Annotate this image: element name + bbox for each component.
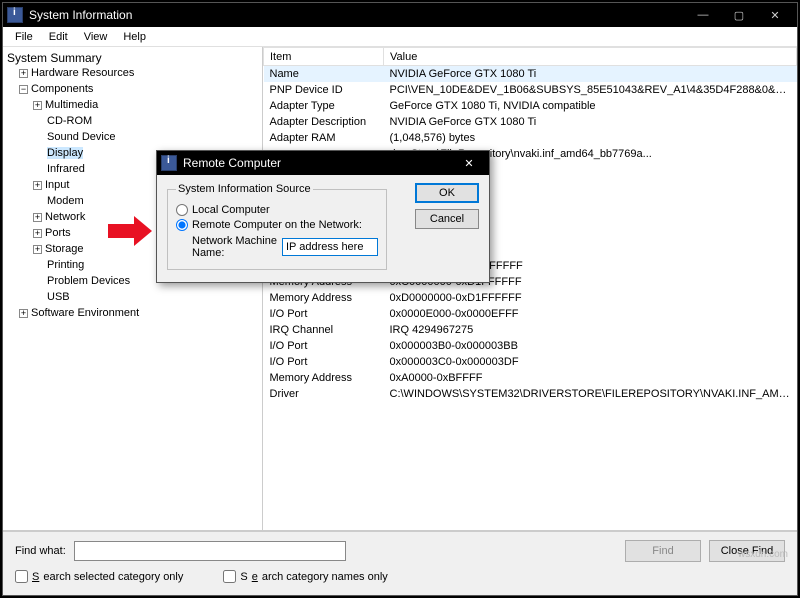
- cb-selected-category[interactable]: Search selected category only: [15, 570, 183, 583]
- cell-value: IRQ 4294967275: [384, 322, 797, 338]
- find-button[interactable]: Find: [625, 540, 701, 562]
- menu-help[interactable]: Help: [115, 29, 154, 45]
- cancel-button[interactable]: Cancel: [415, 209, 479, 229]
- cell-value: NVIDIA GeForce GTX 1080 Ti: [384, 66, 797, 82]
- main-window: System Information — ▢ ✕ File Edit View …: [2, 2, 798, 596]
- table-row[interactable]: PNP Device IDPCI\VEN_10DE&DEV_1B06&SUBSY…: [264, 82, 797, 98]
- menu-view[interactable]: View: [76, 29, 116, 45]
- cell-item: Adapter Description: [264, 114, 384, 130]
- expand-icon[interactable]: +: [33, 181, 42, 190]
- maximize-button[interactable]: ▢: [721, 3, 757, 27]
- ok-button[interactable]: OK: [415, 183, 479, 203]
- checkbox[interactable]: [15, 570, 28, 583]
- find-input[interactable]: [74, 541, 347, 561]
- option-remote[interactable]: Remote Computer on the Network:: [176, 219, 378, 231]
- cell-value: 0xA0000-0xBFFFF: [384, 370, 797, 386]
- watermark: wsxdn.com: [738, 549, 788, 560]
- remote-computer-dialog: Remote Computer ✕ System Information Sou…: [156, 150, 490, 283]
- table-row[interactable]: IRQ ChannelIRQ 4294967275: [264, 322, 797, 338]
- cb-category-names[interactable]: Search category names only: [223, 570, 387, 583]
- cell-item: PNP Device ID: [264, 82, 384, 98]
- cell-item: Driver: [264, 386, 384, 402]
- tree-hardware[interactable]: +Hardware Resources: [19, 65, 260, 81]
- cell-item: Adapter Type: [264, 98, 384, 114]
- table-row[interactable]: I/O Port0x000003B0-0x000003BB: [264, 338, 797, 354]
- radio-remote[interactable]: [176, 219, 188, 231]
- cell-value: 0x000003C0-0x000003DF: [384, 354, 797, 370]
- cell-item: Adapter RAM: [264, 130, 384, 146]
- expand-icon[interactable]: +: [19, 69, 28, 78]
- tree-sound[interactable]: Sound Device: [33, 129, 260, 145]
- dialog-title: Remote Computer: [183, 156, 453, 170]
- tree-multimedia[interactable]: +Multimedia: [33, 97, 260, 113]
- collapse-icon[interactable]: −: [19, 85, 28, 94]
- table-row[interactable]: Memory Address0xA0000-0xBFFFF: [264, 370, 797, 386]
- menu-edit[interactable]: Edit: [41, 29, 76, 45]
- cell-item: IRQ Channel: [264, 322, 384, 338]
- cell-item: Name: [264, 66, 384, 82]
- dialog-titlebar: Remote Computer ✕: [157, 151, 489, 175]
- expand-icon[interactable]: +: [33, 101, 42, 110]
- content-area: System Summary +Hardware Resources −Comp…: [3, 47, 797, 531]
- col-value[interactable]: Value: [384, 48, 797, 66]
- table-row[interactable]: I/O Port0x000003C0-0x000003DF: [264, 354, 797, 370]
- tree-cdrom[interactable]: CD-ROM: [33, 113, 260, 129]
- col-item[interactable]: Item: [264, 48, 384, 66]
- table-row[interactable]: Adapter TypeGeForce GTX 1080 Ti, NVIDIA …: [264, 98, 797, 114]
- expand-icon[interactable]: +: [19, 309, 28, 318]
- cell-value: (1,048,576) bytes: [384, 130, 797, 146]
- menubar: File Edit View Help: [3, 27, 797, 47]
- network-machine-name-input[interactable]: [282, 238, 378, 256]
- nml-label: Network Machine Name:: [192, 235, 278, 259]
- expand-icon[interactable]: +: [33, 245, 42, 254]
- cell-item: Memory Address: [264, 370, 384, 386]
- menu-file[interactable]: File: [7, 29, 41, 45]
- table-row[interactable]: I/O Port0x0000E000-0x0000EFFF: [264, 306, 797, 322]
- table-row[interactable]: Adapter RAM(1,048,576) bytes: [264, 130, 797, 146]
- find-label: Find what:: [15, 545, 66, 557]
- minimize-button[interactable]: —: [685, 3, 721, 27]
- cell-item: Memory Address: [264, 290, 384, 306]
- tree-root[interactable]: System Summary: [5, 51, 260, 65]
- expand-icon[interactable]: +: [33, 229, 42, 238]
- cell-value: C:\WINDOWS\SYSTEM32\DRIVERSTORE\FILEREPO…: [384, 386, 797, 402]
- cell-value: NVIDIA GeForce GTX 1080 Ti: [384, 114, 797, 130]
- details-pane[interactable]: Item Value NameNVIDIA GeForce GTX 1080 T…: [263, 47, 797, 530]
- checkbox[interactable]: [223, 570, 236, 583]
- expand-icon[interactable]: +: [33, 213, 42, 222]
- tree-usb[interactable]: USB: [33, 289, 260, 305]
- titlebar: System Information — ▢ ✕: [3, 3, 797, 27]
- window-title: System Information: [29, 8, 685, 22]
- cell-item: I/O Port: [264, 338, 384, 354]
- dialog-icon: [161, 155, 177, 171]
- close-button[interactable]: ✕: [757, 3, 793, 27]
- group-legend: System Information Source: [176, 183, 313, 195]
- table-row[interactable]: NameNVIDIA GeForce GTX 1080 Ti: [264, 66, 797, 82]
- dialog-close-button[interactable]: ✕: [453, 157, 485, 170]
- find-bar: Find what: Find Close Find Search select…: [3, 531, 797, 595]
- tree-software[interactable]: +Software Environment: [19, 305, 260, 321]
- tree-pane[interactable]: System Summary +Hardware Resources −Comp…: [3, 47, 263, 530]
- source-group: System Information Source Local Computer…: [167, 183, 387, 270]
- cell-value: 0xD0000000-0xD1FFFFFF: [384, 290, 797, 306]
- table-row[interactable]: Adapter DescriptionNVIDIA GeForce GTX 10…: [264, 114, 797, 130]
- cell-value: 0x0000E000-0x0000EFFF: [384, 306, 797, 322]
- table-row[interactable]: Memory Address0xD0000000-0xD1FFFFFF: [264, 290, 797, 306]
- cell-item: I/O Port: [264, 354, 384, 370]
- radio-local[interactable]: [176, 204, 188, 216]
- table-row[interactable]: DriverC:\WINDOWS\SYSTEM32\DRIVERSTORE\FI…: [264, 386, 797, 402]
- cell-value: GeForce GTX 1080 Ti, NVIDIA compatible: [384, 98, 797, 114]
- cell-item: I/O Port: [264, 306, 384, 322]
- option-local[interactable]: Local Computer: [176, 204, 378, 216]
- app-icon: [7, 7, 23, 23]
- cell-value: 0x000003B0-0x000003BB: [384, 338, 797, 354]
- cell-value: PCI\VEN_10DE&DEV_1B06&SUBSYS_85E51043&RE…: [384, 82, 797, 98]
